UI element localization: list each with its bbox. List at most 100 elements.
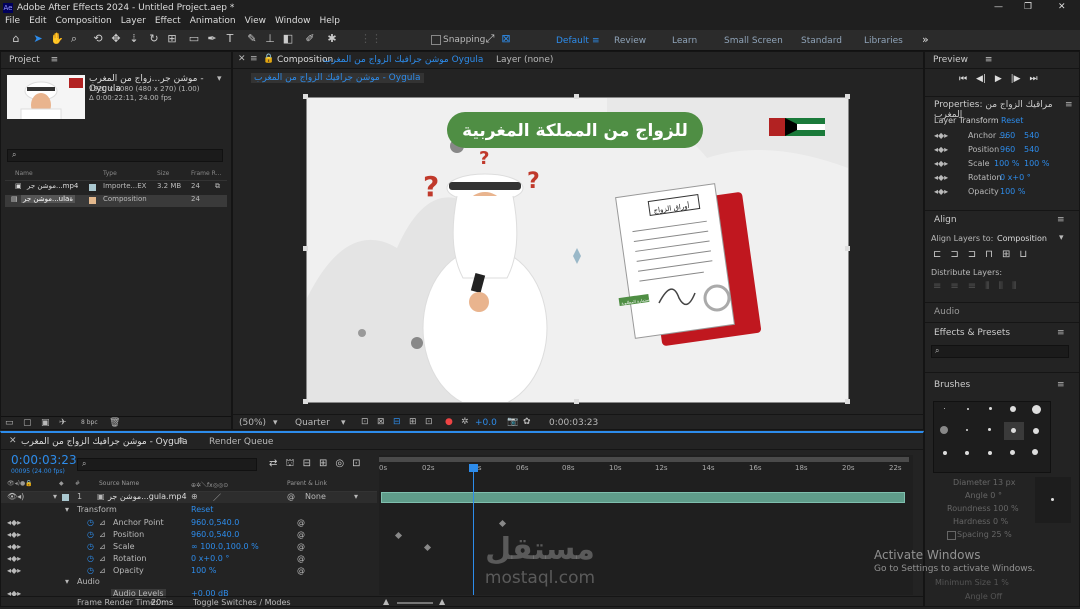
dolly-tool-icon[interactable]: ⇣: [128, 33, 140, 45]
tab-menu-icon[interactable]: ≡: [177, 436, 185, 446]
layer-name[interactable]: موشن جر...gula.mp4: [108, 492, 187, 501]
parent-dropdown[interactable]: None: [305, 492, 326, 501]
panel-menu-icon[interactable]: ≡: [51, 55, 59, 65]
layer-switch-icon[interactable]: ⊕: [191, 492, 198, 501]
brush-tool-icon[interactable]: ✎: [246, 33, 258, 45]
bpc-label[interactable]: 8 bpc: [81, 419, 98, 426]
panel-menu-icon[interactable]: ≡: [1057, 380, 1065, 390]
delete-icon[interactable]: 🗑: [109, 418, 120, 428]
snapping-checkbox[interactable]: [431, 35, 441, 45]
transform-label[interactable]: Transform: [77, 505, 117, 514]
distribute-left-icon[interactable]: ⦀: [985, 281, 998, 292]
brush-tip[interactable]: [1033, 428, 1039, 434]
hand-tool-icon[interactable]: ✋: [50, 33, 64, 45]
brush-tip[interactable]: [940, 426, 948, 434]
timeline-timecode[interactable]: 0:00:03:23: [11, 453, 77, 467]
menu-effect[interactable]: Effect: [155, 16, 181, 26]
interpret-footage-icon[interactable]: ▭: [5, 418, 14, 428]
distribute-bottom-icon[interactable]: ≡: [968, 281, 985, 292]
menu-layer[interactable]: Layer: [121, 16, 146, 26]
workspace-learn[interactable]: Learn: [672, 36, 697, 46]
expression-pickwhip-icon[interactable]: @: [297, 565, 305, 577]
align-left-icon[interactable]: ⊏: [933, 249, 950, 260]
property-value[interactable]: 960.0,540.0: [191, 517, 239, 529]
stopwatch-icon[interactable]: ◷: [87, 529, 94, 541]
workspace-review[interactable]: Review: [614, 36, 646, 46]
color-management-icon[interactable]: ●: [445, 417, 453, 427]
property-value[interactable]: 960.0,540.0: [191, 529, 239, 541]
region-of-interest-icon[interactable]: ⊡: [361, 417, 369, 427]
stopwatch-icon[interactable]: ◷: [87, 541, 94, 553]
property-value-2[interactable]: 540: [1024, 130, 1039, 142]
keyframe-nav-icon[interactable]: ◂◆▸: [934, 145, 948, 154]
workspace-small-screen[interactable]: Small Screen: [724, 36, 783, 46]
graph-icon[interactable]: ⊿: [99, 565, 106, 577]
expression-pickwhip-icon[interactable]: @: [297, 553, 305, 565]
property-value-1[interactable]: 0 x+0 °: [1000, 172, 1031, 184]
composition-mini-flowchart-icon[interactable]: ⇄: [269, 458, 285, 469]
composition-breadcrumb[interactable]: موشن جرافيك الزواج من المغرب - Oygula: [251, 73, 424, 83]
composition-viewer[interactable]: للزواج من المملكة المغربية ? ? ? أوراق ا…: [306, 97, 849, 403]
shy-layers-icon[interactable]: ⊟: [303, 458, 319, 469]
item-dropdown-icon[interactable]: ▾: [217, 74, 222, 84]
menu-view[interactable]: View: [245, 16, 266, 26]
rectangle-tool-icon[interactable]: ▭: [188, 33, 200, 45]
timeline-search-field[interactable]: ⌕: [77, 458, 257, 471]
keyframe[interactable]: [394, 531, 403, 541]
align-bottom-icon[interactable]: ⊔: [1019, 249, 1036, 260]
show-snapshot-icon[interactable]: ✿: [523, 417, 531, 427]
keyframe-nav-icon[interactable]: ◂◆▸: [934, 187, 948, 196]
chevron-down-icon[interactable]: ▾: [1059, 233, 1064, 243]
layer-tab[interactable]: Layer (none): [496, 55, 553, 65]
zoom-chevron-icon[interactable]: ▾: [273, 418, 278, 428]
expand-layer-icon[interactable]: ▾: [53, 492, 57, 501]
label-swatch[interactable]: [62, 494, 69, 501]
spacing-checkbox[interactable]: [947, 531, 956, 540]
prev-frame-icon[interactable]: ◀|: [976, 74, 986, 84]
lock-icon[interactable]: 🔒: [263, 54, 274, 64]
resolution-chevron-icon[interactable]: ▾: [341, 418, 346, 428]
expression-pickwhip-icon[interactable]: @: [297, 541, 305, 553]
property-value-1[interactable]: 960: [1000, 130, 1015, 142]
draft-3d-icon[interactable]: ⛫: [285, 458, 302, 469]
source-name-column[interactable]: Source Name: [99, 480, 139, 487]
new-composition-icon[interactable]: ▣: [41, 418, 50, 428]
workspace-libraries[interactable]: Libraries: [864, 36, 903, 46]
transparency-grid-icon[interactable]: ⊠: [377, 417, 385, 427]
viewer-timecode[interactable]: 0:00:03:23: [549, 418, 598, 428]
align-top-icon[interactable]: ⊓: [985, 249, 1002, 260]
distribute-hcenter-icon[interactable]: ⦀: [999, 281, 1012, 292]
panel-menu-icon[interactable]: ≡: [1057, 328, 1065, 338]
resolution-dropdown[interactable]: Quarter: [295, 418, 330, 428]
expression-pickwhip-icon[interactable]: @: [297, 529, 305, 541]
frame-blending-icon[interactable]: ⊞: [319, 458, 335, 469]
motion-blur-icon[interactable]: ◎: [335, 458, 352, 469]
snapshot-icon[interactable]: 📷: [507, 417, 518, 427]
transform-expand-icon[interactable]: ▾: [65, 505, 69, 514]
eraser-tool-icon[interactable]: ◧: [282, 33, 294, 45]
quality-switch-icon[interactable]: ／: [213, 492, 221, 503]
first-frame-icon[interactable]: ⏮: [959, 74, 967, 84]
playhead-handle[interactable]: [469, 464, 478, 472]
panel-menu-icon[interactable]: ≡: [1065, 100, 1073, 110]
render-queue-tab[interactable]: Render Queue: [209, 437, 273, 447]
project-settings-icon[interactable]: ✈: [59, 418, 67, 428]
snap-grid-icon[interactable]: ⊠: [500, 33, 512, 45]
menu-help[interactable]: Help: [319, 16, 340, 26]
project-search-field[interactable]: ⌕: [7, 149, 223, 162]
menu-file[interactable]: File: [5, 16, 20, 26]
orbit-tool-icon[interactable]: ⟲: [92, 33, 104, 45]
keyframe[interactable]: [423, 543, 432, 553]
brush-diameter[interactable]: Diameter 13 px: [953, 478, 1015, 487]
brush-tip[interactable]: [988, 451, 992, 455]
clone-stamp-tool-icon[interactable]: ⊥: [264, 33, 276, 45]
zoom-out-icon[interactable]: ▲: [383, 597, 389, 606]
workspace-more-icon[interactable]: »: [922, 33, 929, 46]
keyframe-nav-icon[interactable]: ◂◆▸: [7, 529, 21, 541]
transform-reset-link[interactable]: Reset: [191, 505, 213, 514]
brush-angle-dynamics[interactable]: Angle Off: [965, 592, 1002, 601]
stopwatch-icon[interactable]: ◷: [87, 553, 94, 565]
brush-hardness[interactable]: Hardness 0 %: [953, 517, 1008, 526]
graph-icon[interactable]: ⊿: [99, 553, 106, 565]
property-value-1[interactable]: 100 %: [1000, 186, 1025, 198]
